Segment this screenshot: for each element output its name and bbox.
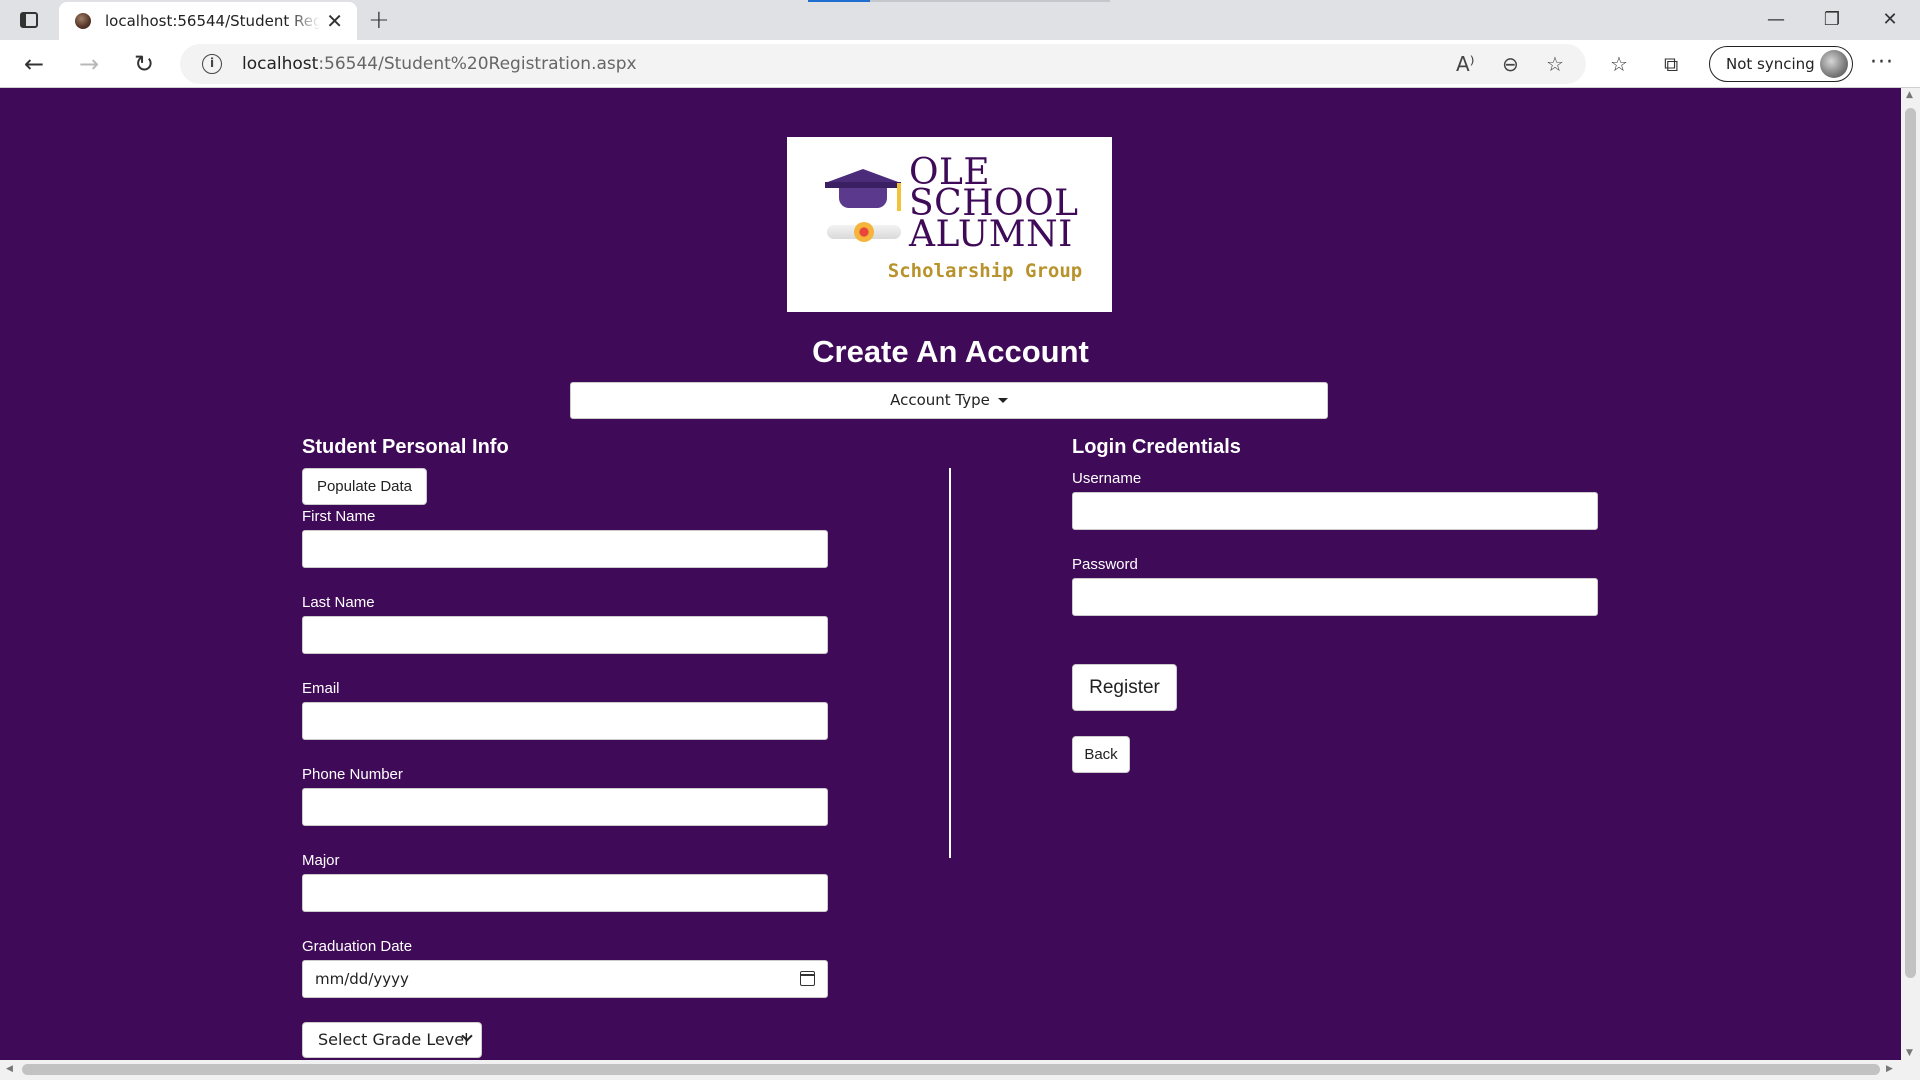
phone-label: Phone Number [302, 766, 403, 783]
forward-arrow-icon[interactable]: → [73, 48, 105, 80]
scroll-up-icon[interactable]: ▲ [1906, 90, 1913, 100]
graduation-date-field[interactable]: mm/dd/yyyy [302, 960, 828, 998]
login-credentials-heading: Login Credentials [1072, 436, 1241, 458]
restore-button[interactable]: ❐ [1804, 6, 1860, 34]
url-host: localhost [242, 54, 319, 74]
scroll-left-icon[interactable]: ◀ [6, 1064, 13, 1074]
scroll-right-icon[interactable]: ▶ [1886, 1064, 1893, 1074]
site-info-icon[interactable]: i [202, 54, 222, 74]
logo-tagline: Scholarship Group [887, 260, 1083, 282]
account-type-label: Account Type [890, 391, 990, 409]
profile-sync-button[interactable]: Not syncing [1709, 46, 1853, 82]
major-field[interactable] [302, 874, 828, 912]
caret-down-icon [997, 398, 1008, 403]
username-label: Username [1072, 470, 1142, 487]
tab-actions-icon[interactable] [17, 10, 41, 30]
logo: OLE SCHOOL ALUMNI Scholarship Group [787, 137, 1112, 312]
graduation-date-placeholder: mm/dd/yyyy [315, 970, 409, 988]
minimize-button[interactable]: — [1748, 6, 1804, 34]
close-window-button[interactable]: ✕ [1862, 6, 1918, 34]
scroll-down-icon[interactable]: ▼ [1906, 1048, 1913, 1058]
grade-level-value: Select Grade Level [318, 1030, 469, 1049]
password-field[interactable] [1072, 578, 1598, 616]
read-aloud-icon[interactable]: A⁾ [1456, 52, 1475, 76]
zoom-out-icon[interactable]: ⊖ [1502, 52, 1519, 76]
horizontal-scroll-thumb[interactable] [22, 1064, 1880, 1075]
url-path: :56544/Student%20Registration.aspx [318, 54, 637, 74]
favicon-icon [75, 13, 91, 29]
back-arrow-icon[interactable]: ← [18, 48, 50, 80]
add-favorite-icon[interactable]: ☆ [1546, 52, 1564, 76]
favorites-icon[interactable]: ☆ [1610, 52, 1628, 76]
close-tab-icon[interactable]: ✕ [326, 10, 343, 32]
username-field[interactable] [1072, 492, 1598, 530]
logo-wordmark: OLE SCHOOL ALUMNI [909, 152, 1079, 255]
tab-title: localhost:56544/Student Registration [105, 12, 320, 30]
url-text[interactable]: localhost:56544/Student%20Registration.a… [242, 54, 637, 74]
address-bar[interactable]: i localhost:56544/Student%20Registration… [180, 44, 1586, 84]
sync-label: Not syncing [1726, 55, 1815, 73]
first-name-label: First Name [302, 508, 376, 525]
loading-track [870, 0, 1110, 2]
vertical-scroll-thumb[interactable] [1905, 108, 1916, 978]
browser-toolbar: ← → ↻ i localhost:56544/Student%20Regist… [0, 40, 1920, 88]
major-label: Major [302, 852, 340, 869]
avatar [1820, 50, 1848, 78]
graduation-cap-icon [825, 169, 901, 183]
vertical-scrollbar[interactable]: ▲ ▼ [1901, 88, 1920, 1060]
password-label: Password [1072, 556, 1138, 573]
last-name-label: Last Name [302, 594, 375, 611]
first-name-field[interactable] [302, 530, 828, 568]
graduation-date-label: Graduation Date [302, 938, 413, 955]
page-title: Create An Account [812, 334, 1089, 369]
calendar-icon[interactable] [800, 971, 815, 986]
more-menu-icon[interactable]: ··· [1870, 50, 1894, 75]
email-label: Email [302, 680, 340, 697]
horizontal-scrollbar[interactable]: ◀ ▶ [0, 1060, 1920, 1080]
account-type-dropdown[interactable]: Account Type [570, 382, 1328, 419]
email-field[interactable] [302, 702, 828, 740]
new-tab-button[interactable]: + [368, 6, 390, 34]
loading-indicator [808, 0, 870, 2]
last-name-field[interactable] [302, 616, 828, 654]
refresh-icon[interactable]: ↻ [128, 48, 160, 80]
populate-data-button[interactable]: Populate Data [302, 468, 427, 505]
phone-field[interactable] [302, 788, 828, 826]
personal-info-heading: Student Personal Info [302, 436, 509, 458]
register-button[interactable]: Register [1072, 664, 1177, 711]
seal-icon [854, 222, 874, 242]
browser-tab-bar: localhost:56544/Student Registration ✕ +… [0, 0, 1920, 40]
column-divider [949, 468, 951, 858]
grade-level-select[interactable]: Select Grade Level [302, 1022, 482, 1058]
page-viewport: OLE SCHOOL ALUMNI Scholarship Group Crea… [0, 88, 1901, 1060]
browser-tab[interactable]: localhost:56544/Student Registration ✕ [59, 2, 357, 40]
back-button[interactable]: Back [1072, 736, 1130, 773]
collections-icon[interactable]: ⧉ [1664, 52, 1678, 76]
